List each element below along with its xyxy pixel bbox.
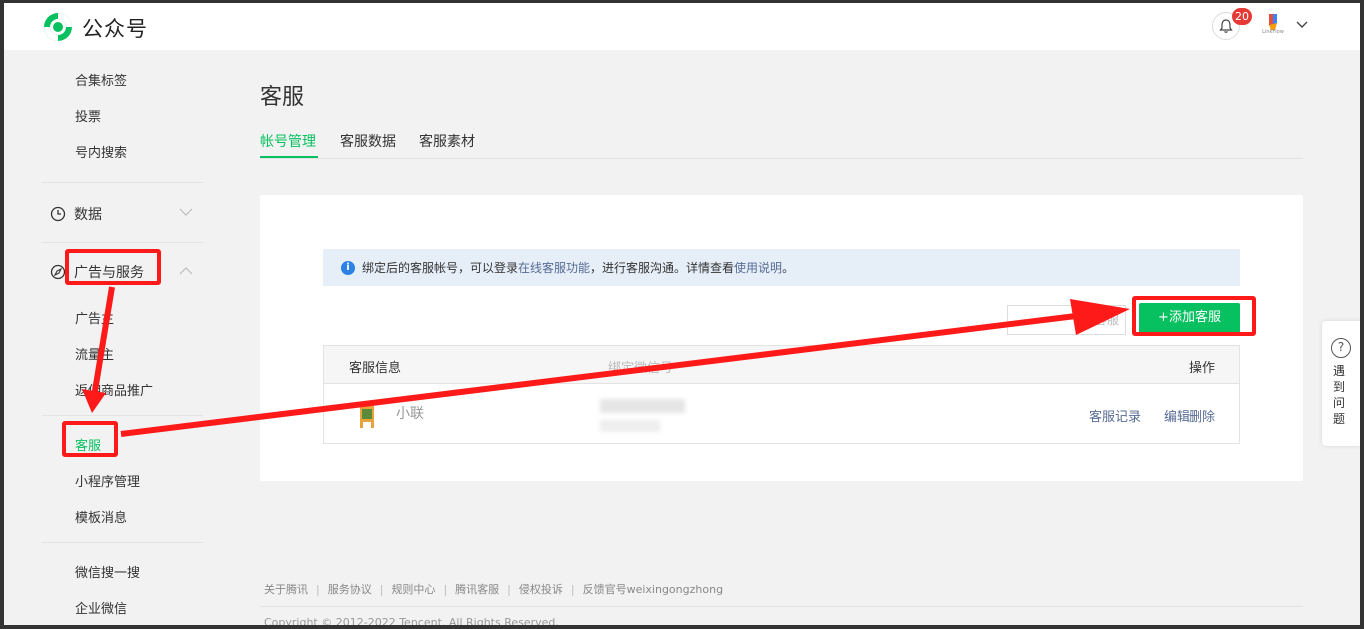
annotation-arrows (82, 286, 1130, 437)
arrow-head-icon (1070, 299, 1130, 335)
arrow-head-icon (82, 389, 106, 413)
app-frame: 公众号 20 LinkFlow 合集标签 投票 号内搜索 数据 广告与服务 广告… (4, 3, 1360, 625)
